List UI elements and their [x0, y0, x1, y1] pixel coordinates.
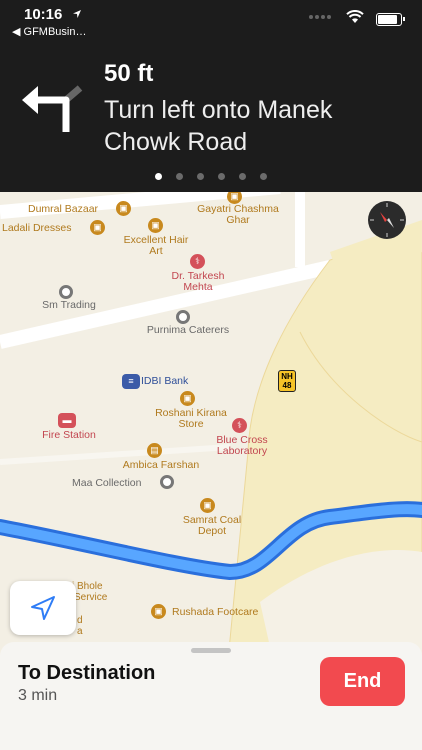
shopping-bag-icon[interactable]: ▣ [116, 201, 131, 216]
poi-label[interactable]: Excellent Hair Art [120, 235, 192, 257]
highway-shield-nh48: NH 48 [278, 370, 296, 392]
wifi-icon [346, 10, 364, 23]
shopping-bag-icon[interactable]: ▣ [180, 391, 195, 406]
sheet-grabber[interactable] [191, 648, 231, 653]
maneuver-instruction: Turn left onto Manek Chowk Road [104, 96, 333, 156]
navigation-banner[interactable]: 50 ft Turn left onto Manek Chowk Road [0, 40, 422, 192]
shopping-bag-icon[interactable]: ▣ [151, 604, 166, 619]
trip-summary-sheet[interactable]: To Destination 3 min End [0, 642, 422, 750]
stethoscope-icon[interactable]: ⚕ [190, 254, 205, 269]
poi-label[interactable]: Samrat Coal Depot [172, 515, 252, 537]
destination-title: To Destination [18, 662, 156, 684]
dot-icon[interactable] [59, 285, 73, 299]
poi-label[interactable]: Blue Cross Laboratory [202, 435, 282, 457]
fire-truck-icon[interactable]: ▬ [58, 413, 76, 428]
status-time: 10:16 [24, 6, 63, 23]
location-arrow-icon [31, 596, 55, 620]
shopping-bag-icon[interactable]: ▣ [148, 218, 163, 233]
poi-label[interactable]: Ladali Dresses [2, 223, 71, 234]
shopping-bag-icon[interactable]: ▣ [90, 220, 105, 235]
location-arrow-icon [73, 10, 81, 18]
compass-icon[interactable] [362, 200, 412, 240]
dot-icon[interactable] [160, 475, 174, 489]
poi-label-partial: a [77, 626, 83, 637]
poi-label[interactable]: Dumral Bazaar [28, 204, 98, 215]
poi-label[interactable]: Sm Trading [34, 300, 104, 311]
poi-label[interactable]: Ambica Farshan [106, 460, 216, 471]
page-dot [218, 173, 225, 180]
page-dot [155, 173, 162, 180]
battery-icon [376, 13, 405, 26]
status-bar: 10:16 ◀ GFMBusin… [0, 0, 422, 40]
map-view[interactable]: NH 48 ▣ Dumral Bazaar ▣ Gayatri Chashma Ghar… [0, 192, 422, 692]
poi-label-partial: i Bhole [72, 581, 103, 592]
turn-left-arrow-icon [22, 85, 83, 132]
poi-label[interactable]: Purnima Caterers [133, 325, 243, 336]
page-indicator[interactable] [0, 167, 422, 185]
page-dot [239, 173, 246, 180]
poi-label[interactable]: Maa Collection [72, 478, 141, 489]
shopping-bag-icon[interactable]: ▣ [200, 498, 215, 513]
poi-label[interactable]: Fire Station [26, 430, 112, 441]
poi-label[interactable]: IDBI Bank [141, 376, 188, 387]
eta-text: 3 min [18, 687, 58, 704]
cellular-signal-icon [309, 15, 331, 19]
poi-label[interactable]: Dr. Tarkesh Mehta [158, 271, 238, 293]
page-dot [176, 173, 183, 180]
current-location-button[interactable] [10, 581, 76, 635]
cart-icon[interactable]: ▤ [147, 443, 162, 458]
stethoscope-icon[interactable]: ⚕ [232, 418, 247, 433]
maneuver-distance: 50 ft [104, 60, 154, 87]
end-route-button[interactable]: End [320, 657, 405, 706]
poi-label-partial: d [77, 615, 83, 626]
back-to-app-link[interactable]: ◀ GFMBusin… [12, 25, 86, 38]
bank-icon[interactable]: ≡ [122, 374, 140, 389]
page-dot [197, 173, 204, 180]
poi-label[interactable]: Gayatri Chashma Ghar [193, 204, 283, 226]
page-dot [260, 173, 267, 180]
poi-label[interactable]: Roshani Kirana Store [148, 408, 234, 430]
poi-label-partial: Service [74, 592, 108, 603]
dot-icon[interactable] [176, 310, 190, 324]
poi-label[interactable]: Rushada Footcare [172, 607, 258, 618]
